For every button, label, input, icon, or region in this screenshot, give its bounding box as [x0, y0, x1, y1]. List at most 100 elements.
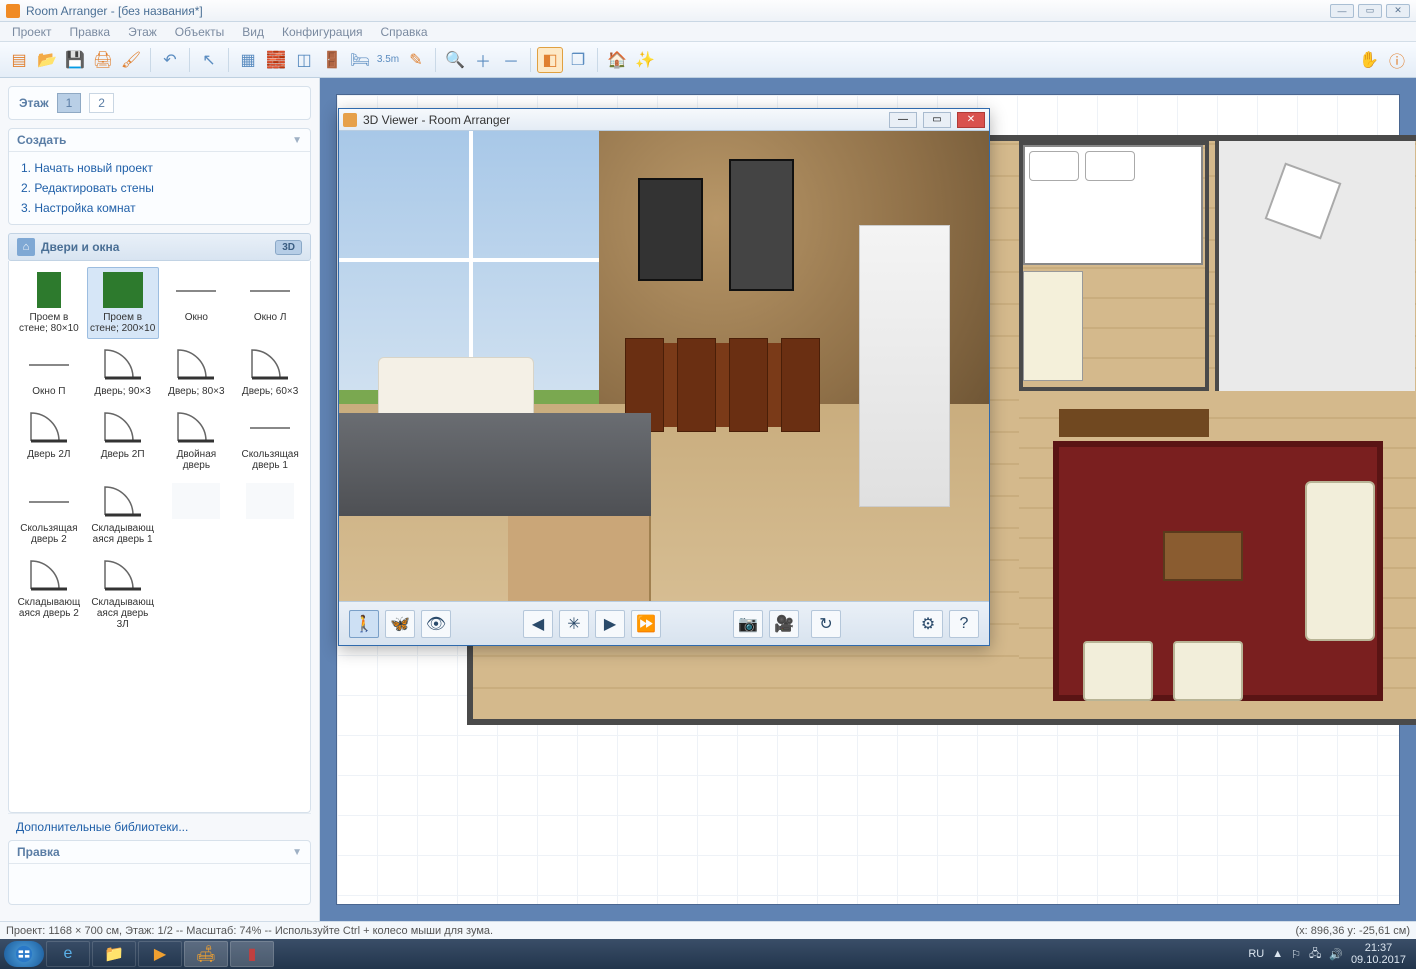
- library-item[interactable]: Окно П: [13, 341, 85, 402]
- window-tool-button[interactable]: ◫: [291, 47, 317, 73]
- pencil-tool-button[interactable]: ✎: [403, 47, 429, 73]
- tray-network-icon[interactable]: 🖧: [1309, 945, 1321, 964]
- wall-tool-button[interactable]: ▦: [235, 47, 261, 73]
- play-button[interactable]: ▶: [595, 610, 625, 638]
- create-edit-walls[interactable]: 2. Редактировать стены: [19, 178, 300, 198]
- library-item[interactable]: Окно Л: [234, 267, 306, 339]
- tray-flag-icon[interactable]: ▲: [1272, 948, 1283, 960]
- taskbar-clock[interactable]: 21:37 09.10.2017: [1351, 942, 1406, 966]
- armchair[interactable]: [1083, 641, 1153, 701]
- prev-button[interactable]: ◀: [523, 610, 553, 638]
- pointer-button[interactable]: ↖: [196, 47, 222, 73]
- badge-3d[interactable]: 3D: [275, 240, 302, 255]
- library-item[interactable]: Дверь 2П: [87, 404, 159, 476]
- furniture-tool-button[interactable]: 🛏: [347, 47, 373, 73]
- print-button[interactable]: 🖨: [90, 47, 116, 73]
- taskbar-room-arranger[interactable]: 🛋: [184, 941, 228, 967]
- edit-header[interactable]: Правка ▼: [9, 841, 310, 864]
- view-3d-multi-button[interactable]: ❒: [565, 47, 591, 73]
- library-item[interactable]: Проем в стене; 200×10: [87, 267, 159, 339]
- library-item[interactable]: Складывающаяся дверь 2: [13, 552, 85, 635]
- viewer-3d-scene[interactable]: [339, 131, 989, 601]
- house-button[interactable]: 🏠: [604, 47, 630, 73]
- brick-tool-button[interactable]: 🧱: [263, 47, 289, 73]
- ruler-tool-button[interactable]: 3.5m: [375, 47, 401, 73]
- library-item[interactable]: Скользящая дверь 2: [13, 478, 85, 550]
- info-button[interactable]: ⓘ: [1384, 47, 1410, 73]
- minimize-button[interactable]: —: [1330, 4, 1354, 18]
- zoom-out-button[interactable]: －: [498, 47, 524, 73]
- taskbar-app[interactable]: ▮: [230, 941, 274, 967]
- wardrobe[interactable]: [1023, 271, 1083, 381]
- center-button[interactable]: ✳: [559, 610, 589, 638]
- library-item[interactable]: Дверь; 80×3: [161, 341, 233, 402]
- help-button[interactable]: ?: [949, 610, 979, 638]
- refresh-button[interactable]: ↻: [811, 610, 841, 638]
- library-item[interactable]: Дверь; 60×3: [234, 341, 306, 402]
- settings-button[interactable]: ⚙: [913, 610, 943, 638]
- create-header[interactable]: Создать ▼: [9, 129, 310, 152]
- zoom-in-button[interactable]: ＋: [470, 47, 496, 73]
- menu-objects[interactable]: Объекты: [167, 23, 233, 41]
- armchair[interactable]: [1173, 641, 1243, 701]
- tv-unit[interactable]: [1059, 409, 1209, 437]
- menu-config[interactable]: Конфигурация: [274, 23, 371, 41]
- hand-button[interactable]: ✋: [1356, 47, 1382, 73]
- viewer-minimize-button[interactable]: —: [889, 112, 917, 128]
- library-item[interactable]: [161, 478, 233, 550]
- fly-mode-button[interactable]: 🦋: [385, 610, 415, 638]
- open-file-button[interactable]: 📂: [34, 47, 60, 73]
- library-item[interactable]: Проем в стене; 80×10: [13, 267, 85, 339]
- category-header[interactable]: ⌂ Двери и окна 3D: [8, 233, 311, 261]
- canvas-area[interactable]: 3D Viewer - Room Arranger — ▭ ✕: [320, 78, 1416, 921]
- language-indicator[interactable]: RU: [1248, 948, 1264, 960]
- viewer-maximize-button[interactable]: ▭: [923, 112, 951, 128]
- close-button[interactable]: ✕: [1386, 4, 1410, 18]
- create-room-settings[interactable]: 3. Настройка комнат: [19, 198, 300, 218]
- record-button[interactable]: 🎥: [769, 610, 799, 638]
- save-button[interactable]: 💾: [62, 47, 88, 73]
- undo-button[interactable]: ↶: [157, 47, 183, 73]
- more-libraries-link[interactable]: Дополнительные библиотеки...: [8, 813, 311, 840]
- door-tool-button[interactable]: 🚪: [319, 47, 345, 73]
- library-item[interactable]: Двойная дверь: [161, 404, 233, 476]
- sofa[interactable]: [1305, 481, 1375, 641]
- menu-floor[interactable]: Этаж: [120, 23, 165, 41]
- coffee-table[interactable]: [1163, 531, 1243, 581]
- new-file-button[interactable]: ▤: [6, 47, 32, 73]
- pillow[interactable]: [1085, 151, 1135, 181]
- look-mode-button[interactable]: 👁: [421, 610, 451, 638]
- taskbar-media[interactable]: ▶: [138, 941, 182, 967]
- walk-mode-button[interactable]: 🚶: [349, 610, 379, 638]
- effects-button[interactable]: ✨: [632, 47, 658, 73]
- menu-view[interactable]: Вид: [234, 23, 272, 41]
- create-new-project[interactable]: 1. Начать новый проект: [19, 158, 300, 178]
- paint-button[interactable]: 🖌: [118, 47, 144, 73]
- menu-help[interactable]: Справка: [373, 23, 436, 41]
- viewer-close-button[interactable]: ✕: [957, 112, 985, 128]
- pillow[interactable]: [1029, 151, 1079, 181]
- view-3d-button[interactable]: ◧: [537, 47, 563, 73]
- viewer-3d-window[interactable]: 3D Viewer - Room Arranger — ▭ ✕: [338, 108, 990, 646]
- snapshot-button[interactable]: 📷: [733, 610, 763, 638]
- menu-edit[interactable]: Правка: [62, 23, 119, 41]
- tray-action-center-icon[interactable]: ⚐: [1291, 948, 1301, 961]
- fast-forward-button[interactable]: ⏩: [631, 610, 661, 638]
- library-item[interactable]: [234, 478, 306, 550]
- menu-project[interactable]: Проект: [4, 23, 60, 41]
- viewer-title-bar[interactable]: 3D Viewer - Room Arranger — ▭ ✕: [339, 109, 989, 131]
- tray-volume-icon[interactable]: 🔊: [1329, 948, 1343, 961]
- floor-tab-1[interactable]: 1: [57, 93, 82, 113]
- library-item[interactable]: Складывающаяся дверь 3Л: [87, 552, 159, 635]
- zoom-button[interactable]: 🔍: [442, 47, 468, 73]
- library-item[interactable]: Складывающаяся дверь 1: [87, 478, 159, 550]
- taskbar-explorer[interactable]: 📁: [92, 941, 136, 967]
- floor-tab-2[interactable]: 2: [89, 93, 114, 113]
- start-button[interactable]: [4, 941, 44, 967]
- library-item[interactable]: Окно: [161, 267, 233, 339]
- library-item[interactable]: Дверь; 90×3: [87, 341, 159, 402]
- library-item[interactable]: Скользящая дверь 1: [234, 404, 306, 476]
- maximize-button[interactable]: ▭: [1358, 4, 1382, 18]
- taskbar-ie[interactable]: e: [46, 941, 90, 967]
- library-item[interactable]: Дверь 2Л: [13, 404, 85, 476]
